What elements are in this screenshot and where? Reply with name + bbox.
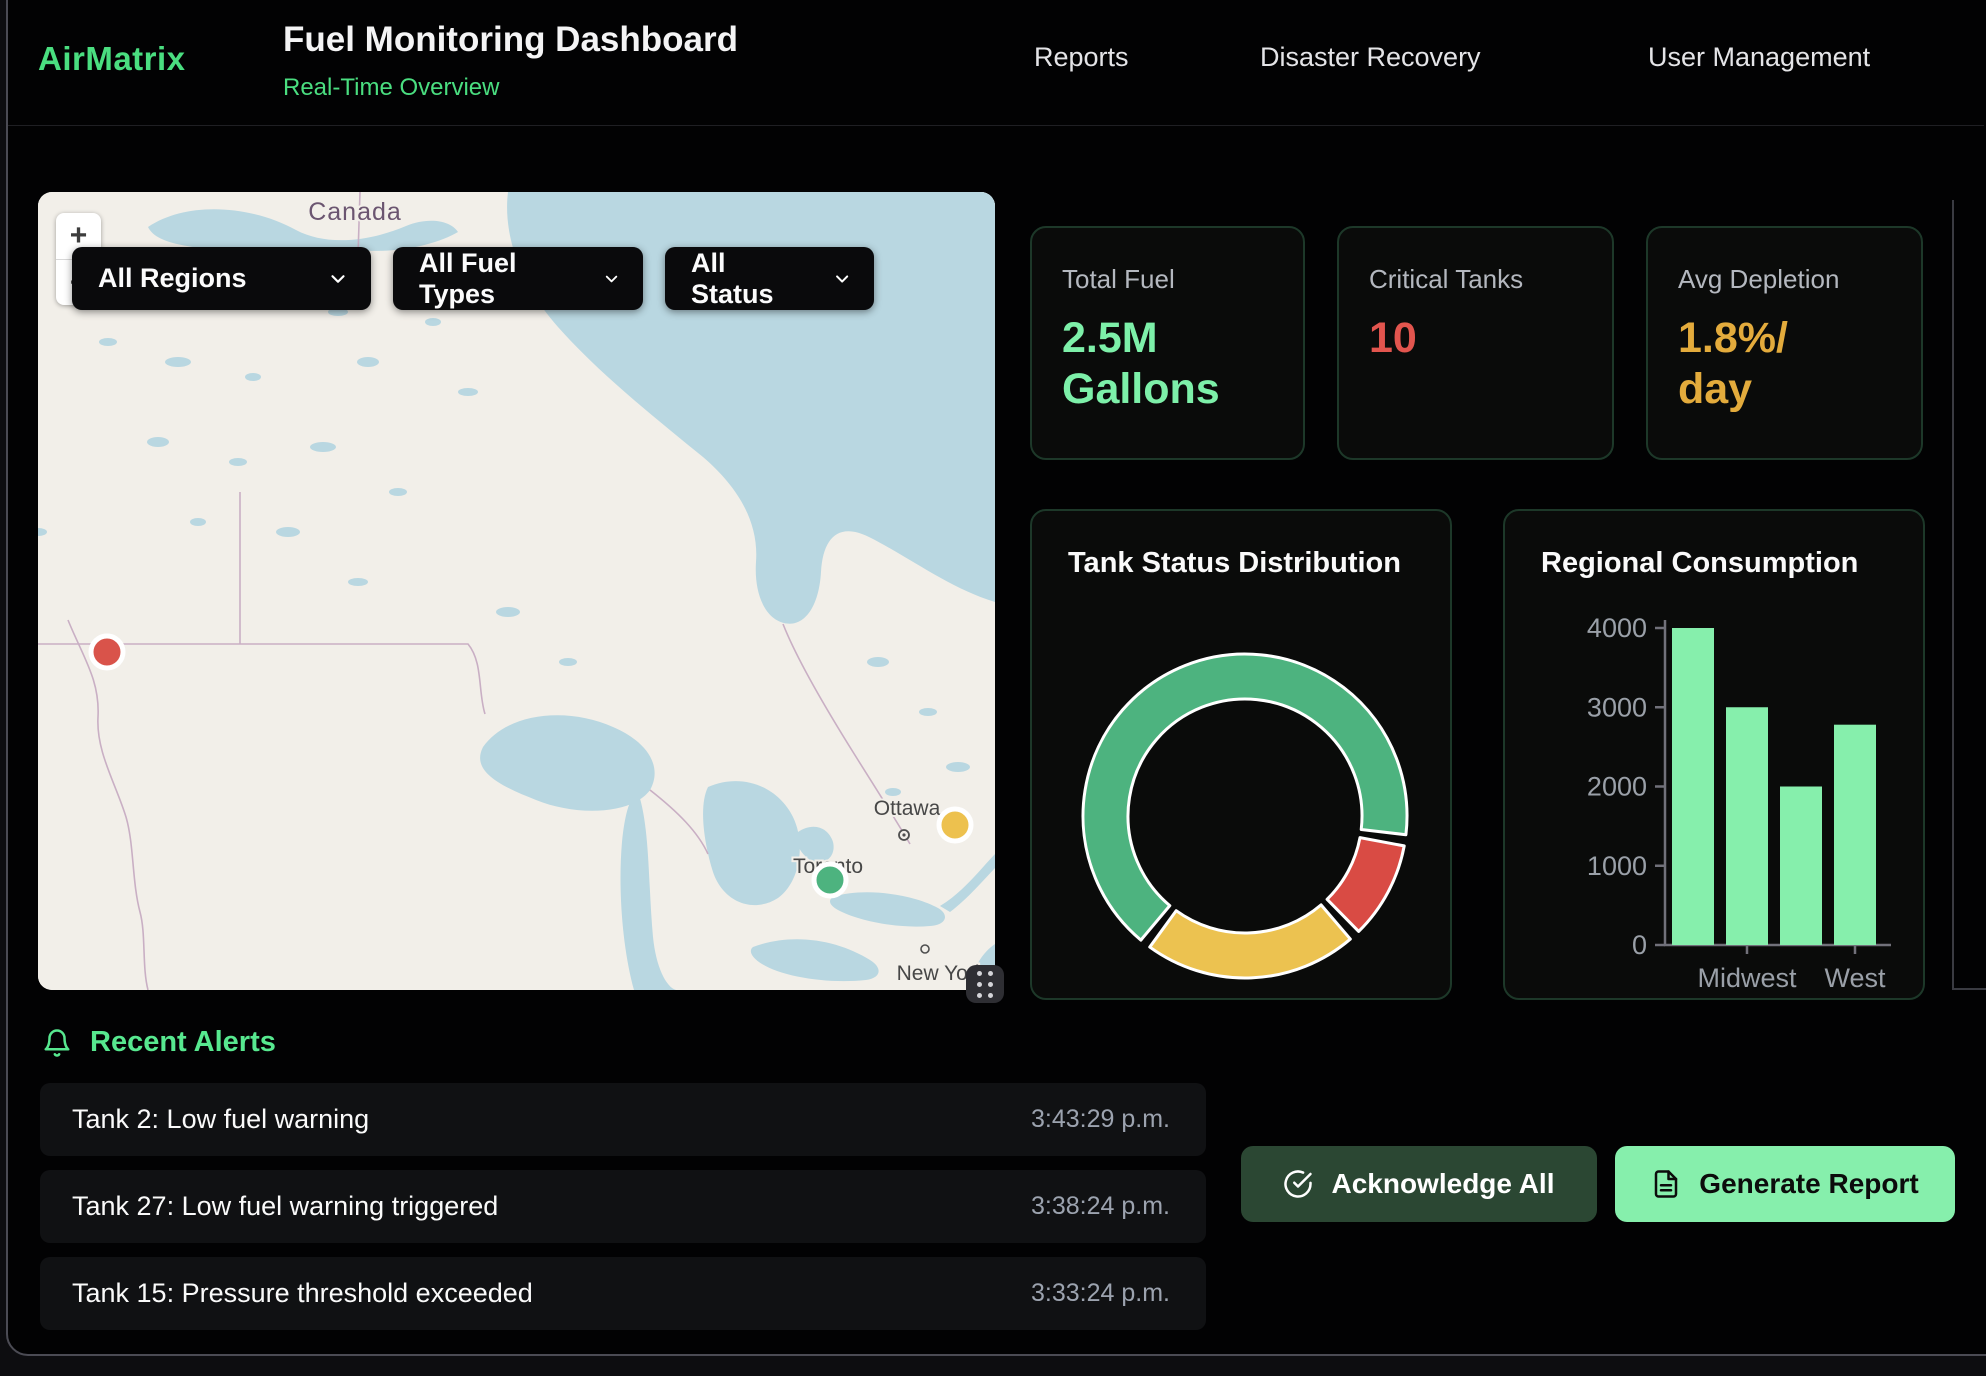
tank-status-card: Tank Status Distribution <box>1030 509 1452 1000</box>
panel-edge-vertical <box>1952 200 1954 988</box>
svg-text:2000: 2000 <box>1587 772 1647 802</box>
alert-text: Tank 2: Low fuel warning <box>72 1104 369 1135</box>
regional-consumption-bar-chart: 0 1000 2000 3000 4000 Midwest West <box>1505 511 1927 998</box>
stat-card-critical-tanks: Critical Tanks 10 <box>1337 226 1614 460</box>
chevron-down-icon <box>602 268 621 290</box>
bell-icon <box>42 1028 72 1058</box>
alert-time: 3:33:24 p.m. <box>1031 1279 1170 1308</box>
stat-label: Critical Tanks <box>1369 264 1582 295</box>
stat-label: Avg Depletion <box>1678 264 1891 295</box>
map-marker-normal[interactable] <box>814 864 846 896</box>
panel-edge-horizontal <box>1952 988 1986 990</box>
svg-text:3000: 3000 <box>1587 692 1647 722</box>
city-label-ottawa: Ottawa <box>874 797 941 820</box>
svg-text:4000: 4000 <box>1587 613 1647 643</box>
stat-value: 10 <box>1369 313 1582 364</box>
map-filter-bar: All Regions All Fuel Types All Status <box>72 247 874 310</box>
svg-text:0: 0 <box>1632 930 1647 960</box>
region-filter-select[interactable]: All Regions <box>72 247 371 310</box>
dashboard-root: AirMatrix Fuel Monitoring Dashboard Real… <box>0 0 1986 1376</box>
fuel-map[interactable]: Canada Ottawa Toronto New York <box>38 192 995 990</box>
alert-time: 3:43:29 p.m. <box>1031 1105 1170 1134</box>
status-filter-select[interactable]: All Status <box>665 247 874 310</box>
region-filter-value: All Regions <box>98 263 247 294</box>
recent-alerts-header: Recent Alerts <box>42 1026 276 1059</box>
tank-status-donut-chart <box>1032 511 1454 998</box>
svg-text:West: West <box>1824 963 1886 993</box>
map-marker-warning[interactable] <box>939 809 971 841</box>
generate-report-button[interactable]: Generate Report <box>1615 1146 1955 1222</box>
recent-alerts-title: Recent Alerts <box>90 1026 276 1059</box>
chevron-down-icon <box>327 268 349 290</box>
stat-card-total-fuel: Total Fuel 2.5MGallons <box>1030 226 1305 460</box>
file-text-icon <box>1651 1169 1681 1199</box>
fuel-type-filter-value: All Fuel Types <box>419 248 576 310</box>
alert-row[interactable]: Tank 2: Low fuel warning 3:43:29 p.m. <box>40 1083 1206 1156</box>
alert-text: Tank 27: Low fuel warning triggered <box>72 1191 498 1222</box>
donut-chart-title: Tank Status Distribution <box>1068 547 1401 580</box>
nav-user-management[interactable]: User Management <box>1648 42 1870 73</box>
page-subtitle: Real-Time Overview <box>283 74 499 102</box>
stat-value: 1.8%/day <box>1678 313 1891 414</box>
nav-disaster-recovery[interactable]: Disaster Recovery <box>1260 42 1481 73</box>
header-divider <box>8 125 1984 126</box>
acknowledge-all-label: Acknowledge All <box>1331 1168 1554 1200</box>
stat-label: Total Fuel <box>1062 264 1273 295</box>
brand-logo: AirMatrix <box>38 40 186 78</box>
fuel-type-filter-select[interactable]: All Fuel Types <box>393 247 643 310</box>
country-label: Canada <box>308 198 402 226</box>
chevron-down-icon <box>832 268 852 290</box>
newyork-town-icon <box>921 945 929 953</box>
status-filter-value: All Status <box>691 248 806 310</box>
regional-consumption-card: Regional Consumption 0 1000 2000 3000 4000 Mi… <box>1503 509 1925 1000</box>
stat-card-avg-depletion: Avg Depletion 1.8%/day <box>1646 226 1923 460</box>
svg-text:Midwest: Midwest <box>1697 963 1797 993</box>
map-canvas: Canada Ottawa Toronto New York <box>38 192 995 990</box>
generate-report-label: Generate Report <box>1699 1168 1918 1200</box>
alert-text: Tank 15: Pressure threshold exceeded <box>72 1278 533 1309</box>
alert-time: 3:38:24 p.m. <box>1031 1192 1170 1221</box>
nav-reports[interactable]: Reports <box>1034 42 1129 73</box>
page-title: Fuel Monitoring Dashboard <box>283 20 738 60</box>
check-circle-icon <box>1283 1169 1313 1199</box>
alert-row[interactable]: Tank 27: Low fuel warning triggered 3:38… <box>40 1170 1206 1243</box>
acknowledge-all-button[interactable]: Acknowledge All <box>1241 1146 1597 1222</box>
alert-row[interactable]: Tank 15: Pressure threshold exceeded 3:3… <box>40 1257 1206 1330</box>
ottawa-town-dot <box>902 833 905 836</box>
map-resize-handle[interactable] <box>966 965 1004 1003</box>
stat-value: 2.5MGallons <box>1062 313 1273 414</box>
map-marker-critical[interactable] <box>91 636 123 668</box>
svg-text:1000: 1000 <box>1587 851 1647 881</box>
bar-chart-title: Regional Consumption <box>1541 547 1858 580</box>
